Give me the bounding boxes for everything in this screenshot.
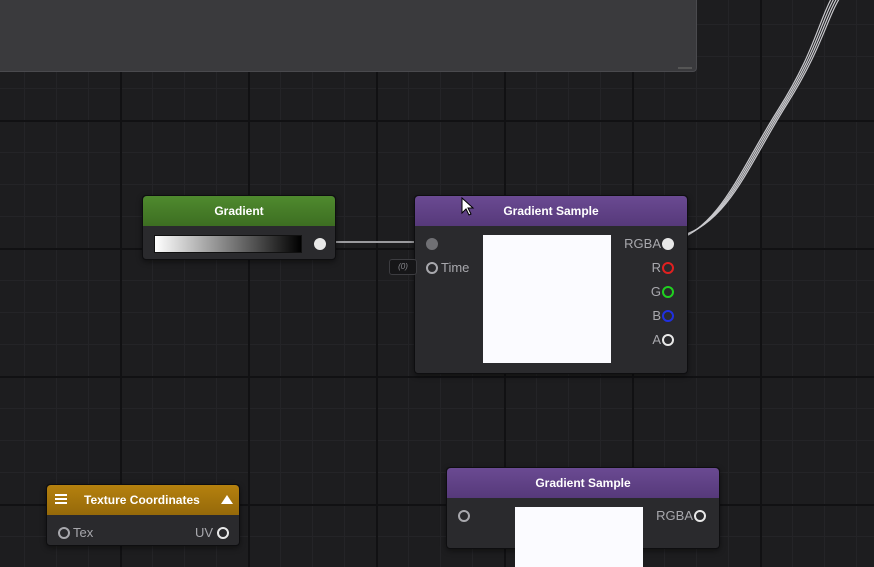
gradient-node-title: Gradient: [214, 204, 264, 218]
gradient-sample-2-rgba-socket[interactable]: [694, 510, 706, 522]
uv-output-label: UV: [194, 525, 213, 540]
gradient-sample-title: Gradient Sample: [503, 204, 599, 218]
r-output-socket[interactable]: [662, 262, 674, 274]
b-output-label: B: [652, 308, 661, 323]
resize-handle[interactable]: [678, 67, 692, 69]
gradient-sample-2-title: Gradient Sample: [535, 476, 631, 490]
wire-rgba-out: [671, 0, 840, 243]
triangle-up-icon[interactable]: [221, 493, 233, 507]
time-default-badge[interactable]: (0): [389, 259, 417, 275]
gradient-sample-node-2[interactable]: Gradient Sample RGBA: [446, 467, 720, 567]
tex-input-label: Tex: [73, 525, 94, 540]
gradient-sample-2-input-socket[interactable]: [458, 510, 470, 522]
rgba-output-label: RGBA: [624, 236, 661, 251]
gradient-node[interactable]: Gradient: [142, 195, 336, 260]
gradient-sample-header[interactable]: Gradient Sample: [415, 196, 687, 226]
gradient-ramp[interactable]: [154, 235, 302, 253]
time-input-socket[interactable]: [426, 262, 438, 274]
g-output-socket[interactable]: [662, 286, 674, 298]
gradient-preview: [483, 235, 611, 363]
rgba-output-socket[interactable]: [662, 238, 674, 250]
gradient-output-socket[interactable]: [314, 238, 326, 250]
texture-coordinates-title: Texture Coordinates: [84, 493, 200, 507]
mouse-pointer-icon: [461, 197, 475, 216]
gradient-node-header[interactable]: Gradient: [143, 196, 335, 226]
hamburger-icon[interactable]: [55, 493, 67, 507]
time-input-label: Time: [441, 260, 470, 275]
g-output-label: G: [650, 284, 661, 299]
a-output-label: A: [652, 332, 661, 347]
r-output-label: R: [651, 260, 661, 275]
uv-output-socket[interactable]: [217, 527, 229, 539]
tex-input-socket[interactable]: [58, 527, 70, 539]
gradient-sample-2-rgba-label: RGBA: [656, 508, 693, 523]
b-output-socket[interactable]: [662, 310, 674, 322]
gradient-sample-node[interactable]: Gradient Sample Time RGBA R G B A: [414, 195, 688, 374]
gradient-sample-2-header[interactable]: Gradient Sample: [447, 468, 719, 498]
gradient-sample-2-preview: [515, 507, 643, 567]
group-frame[interactable]: [0, 0, 697, 72]
texture-coordinates-header[interactable]: Texture Coordinates: [47, 485, 239, 515]
gradient-input-socket[interactable]: [426, 238, 438, 250]
a-output-socket[interactable]: [662, 334, 674, 346]
texture-coordinates-node[interactable]: Texture Coordinates Tex UV: [46, 484, 240, 546]
